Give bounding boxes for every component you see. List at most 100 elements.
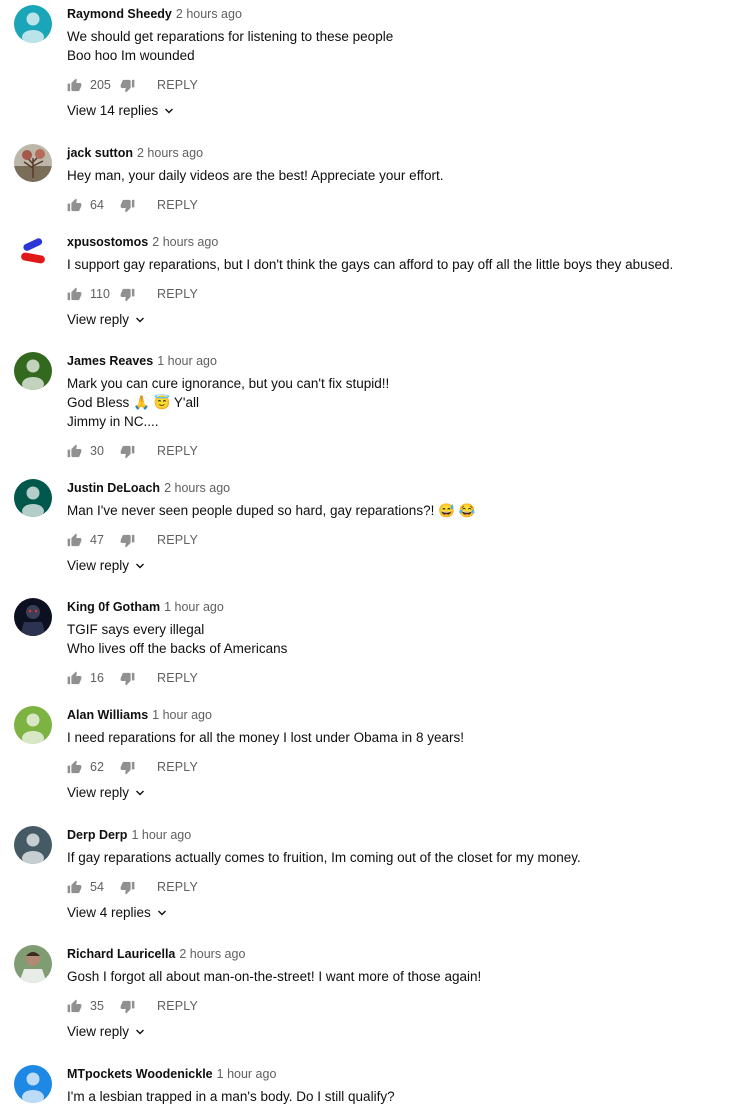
comment-timestamp[interactable]: 2 hours ago bbox=[137, 146, 203, 160]
thumbs-up-icon[interactable] bbox=[67, 287, 82, 302]
comment-text: We should get reparations for listening … bbox=[67, 27, 726, 65]
comment-timestamp[interactable]: 2 hours ago bbox=[179, 947, 245, 961]
comment-actions: 35 REPLY bbox=[67, 996, 726, 1016]
comment-text-line: TGIF says every illegal bbox=[67, 622, 205, 637]
like-count: 64 bbox=[90, 198, 104, 212]
avatar[interactable] bbox=[14, 826, 52, 864]
reply-button[interactable]: REPLY bbox=[157, 880, 198, 894]
comment-text-line: If gay reparations actually comes to fru… bbox=[67, 850, 581, 865]
comment-actions: 205 REPLY bbox=[67, 75, 726, 95]
comment-text: Mark you can cure ignorance, but you can… bbox=[67, 374, 726, 431]
thumbs-down-icon[interactable] bbox=[120, 198, 135, 213]
author-name[interactable]: Raymond Sheedy bbox=[67, 7, 172, 21]
avatar[interactable] bbox=[14, 706, 52, 744]
comment-actions: 110 REPLY bbox=[67, 284, 726, 304]
reply-button[interactable]: REPLY bbox=[157, 287, 198, 301]
view-replies-button[interactable]: View reply bbox=[67, 558, 726, 573]
thumbs-up-icon[interactable] bbox=[67, 999, 82, 1014]
comment-timestamp[interactable]: 1 hour ago bbox=[131, 828, 191, 842]
view-replies-label: View reply bbox=[67, 1024, 130, 1039]
thumbs-up-icon[interactable] bbox=[67, 444, 82, 459]
like-count: 110 bbox=[90, 287, 110, 301]
thumbs-up-icon[interactable] bbox=[67, 671, 82, 686]
comment-body: xpusostomos 2 hours ago I support gay repa… bbox=[67, 233, 726, 327]
avatar[interactable] bbox=[14, 352, 52, 390]
view-replies-label: View 4 replies bbox=[67, 905, 151, 920]
thumbs-down-icon[interactable] bbox=[120, 444, 135, 459]
comment-body: James Reaves 1 hour ago Mark you can cure … bbox=[67, 352, 726, 461]
like-count: 35 bbox=[90, 999, 104, 1013]
author-name[interactable]: MTpockets Woodenickle bbox=[67, 1067, 213, 1081]
avatar[interactable] bbox=[14, 5, 52, 43]
thumbs-down-icon[interactable] bbox=[120, 671, 135, 686]
author-name[interactable]: jack sutton bbox=[67, 146, 133, 160]
comment-timestamp[interactable]: 1 hour ago bbox=[164, 600, 224, 614]
thumbs-down-icon[interactable] bbox=[120, 533, 135, 548]
thumbs-down-icon[interactable] bbox=[120, 287, 135, 302]
author-name[interactable]: James Reaves bbox=[67, 354, 153, 368]
comment-text: Hey man, your daily videos are the best!… bbox=[67, 166, 726, 185]
comment-text: TGIF says every illegal Who lives off the… bbox=[67, 620, 726, 658]
comment-timestamp[interactable]: 1 hour ago bbox=[152, 708, 212, 722]
thumbs-up-icon[interactable] bbox=[67, 880, 82, 895]
author-name[interactable]: Richard Lauricella bbox=[67, 947, 175, 961]
avatar[interactable] bbox=[14, 1065, 52, 1103]
view-replies-button[interactable]: View reply bbox=[67, 1024, 726, 1039]
view-replies-label: View reply bbox=[67, 785, 130, 800]
view-replies-button[interactable]: View reply bbox=[67, 312, 726, 327]
comment-timestamp[interactable]: 1 hour ago bbox=[217, 1067, 277, 1081]
comment-body: Richard Lauricella 2 hours ago Gosh I forg… bbox=[67, 945, 726, 1039]
reply-button[interactable]: REPLY bbox=[157, 671, 198, 685]
comment-header: James Reaves 1 hour ago bbox=[67, 352, 726, 370]
comment-header: Justin DeLoach 2 hours ago bbox=[67, 479, 726, 497]
avatar[interactable] bbox=[14, 233, 52, 271]
comment-header: Richard Lauricella 2 hours ago bbox=[67, 945, 726, 963]
author-name[interactable]: xpusostomos bbox=[67, 235, 148, 249]
comment-actions: 64 REPLY bbox=[67, 195, 726, 215]
avatar[interactable] bbox=[14, 144, 52, 182]
comment-text: Gosh I forgot all about man-on-the-stree… bbox=[67, 967, 726, 986]
author-name[interactable]: Justin DeLoach bbox=[67, 481, 160, 495]
comment-actions: 62 REPLY bbox=[67, 757, 726, 777]
comment-header: MTpockets Woodenickle 1 hour ago bbox=[67, 1065, 726, 1083]
reply-button[interactable]: REPLY bbox=[157, 760, 198, 774]
thumbs-down-icon[interactable] bbox=[120, 880, 135, 895]
reply-button[interactable]: REPLY bbox=[157, 198, 198, 212]
author-name[interactable]: Derp Derp bbox=[67, 828, 127, 842]
comment-timestamp[interactable]: 2 hours ago bbox=[176, 7, 242, 21]
comment-timestamp[interactable]: 1 hour ago bbox=[157, 354, 217, 368]
view-replies-button[interactable]: View reply bbox=[67, 785, 726, 800]
reply-button[interactable]: REPLY bbox=[157, 444, 198, 458]
thumbs-down-icon[interactable] bbox=[120, 78, 135, 93]
like-count: 62 bbox=[90, 760, 104, 774]
comment-timestamp[interactable]: 2 hours ago bbox=[152, 235, 218, 249]
chevron-down-icon bbox=[135, 788, 145, 798]
view-replies-button[interactable]: View 4 replies bbox=[67, 905, 726, 920]
comment-timestamp[interactable]: 2 hours ago bbox=[164, 481, 230, 495]
comment-body: MTpockets Woodenickle 1 hour ago I'm a les… bbox=[67, 1065, 726, 1106]
avatar[interactable] bbox=[14, 598, 52, 636]
author-name[interactable]: Alan Williams bbox=[67, 708, 148, 722]
comment-text-line: Jimmy in NC.... bbox=[67, 414, 159, 429]
view-replies-button[interactable]: View 14 replies bbox=[67, 103, 726, 118]
avatar[interactable] bbox=[14, 479, 52, 517]
avatar[interactable] bbox=[14, 945, 52, 983]
thumbs-down-icon[interactable] bbox=[120, 760, 135, 775]
view-replies-label: View reply bbox=[67, 312, 130, 327]
comment-text-line: God Bless 🙏 😇 Y'all bbox=[67, 395, 199, 410]
comment-text: I support gay reparations, but I don't t… bbox=[67, 255, 726, 274]
author-name[interactable]: King 0f Gotham bbox=[67, 600, 160, 614]
thumbs-up-icon[interactable] bbox=[67, 760, 82, 775]
thumbs-down-icon[interactable] bbox=[120, 999, 135, 1014]
thumbs-up-icon[interactable] bbox=[67, 78, 82, 93]
reply-button[interactable]: REPLY bbox=[157, 78, 198, 92]
comment-text-line: Man I've never seen people duped so hard… bbox=[67, 503, 476, 518]
comments-section: Raymond Sheedy 2 hours ago We should get r… bbox=[0, 0, 736, 1109]
comment-text: I'm a lesbian trapped in a man's body. D… bbox=[67, 1087, 726, 1106]
chevron-down-icon bbox=[135, 1027, 145, 1037]
reply-button[interactable]: REPLY bbox=[157, 999, 198, 1013]
reply-button[interactable]: REPLY bbox=[157, 533, 198, 547]
thumbs-up-icon[interactable] bbox=[67, 533, 82, 548]
thumbs-up-icon[interactable] bbox=[67, 198, 82, 213]
comment-text-line: Hey man, your daily videos are the best!… bbox=[67, 168, 444, 183]
